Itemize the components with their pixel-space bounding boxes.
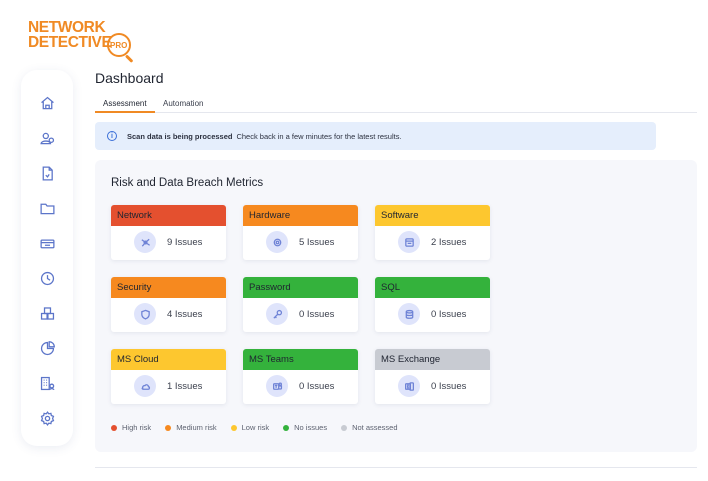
metric-card-sql[interactable]: SQL 0 Issues [375, 277, 490, 332]
legend-item-high: High risk [111, 423, 151, 432]
tab-assessment[interactable]: Assessment [95, 96, 155, 113]
legend-dot [283, 424, 290, 431]
card-count: 0 Issues [299, 309, 335, 320]
processing-banner: i Scan data is being processed Check bac… [95, 122, 656, 150]
sidebar-item-folders[interactable] [37, 198, 57, 218]
tab-bar: Assessment Automation [95, 96, 697, 113]
home-icon [40, 96, 54, 109]
card-header: SQL [375, 277, 490, 298]
settings-icon [40, 410, 54, 426]
pie-chart-icon [40, 340, 55, 355]
card-header: Security [111, 277, 226, 298]
card-header: Network [111, 205, 226, 226]
magnifier-handle [124, 54, 134, 63]
card-count: 0 Issues [431, 381, 467, 392]
ticket-icon [39, 238, 55, 248]
card-body: 2 Issues [375, 226, 490, 260]
metric-card-password[interactable]: Password 0 Issues [243, 277, 358, 332]
legend-label: Medium risk [176, 423, 217, 432]
status-legend: High risk Medium risk Low risk No issues… [111, 423, 412, 432]
dashboard-page: NETWORK DETECTIVE PRO Dashboard Assessme… [0, 0, 708, 481]
metric-card-ms-teams[interactable]: MS Teams 0 Issues [243, 349, 358, 404]
card-header: Hardware [243, 205, 358, 226]
sidebar-item-users[interactable] [37, 128, 57, 148]
exchange-icon [398, 375, 420, 397]
logo[interactable]: NETWORK DETECTIVE PRO [28, 20, 138, 63]
page-title: Dashboard [95, 70, 164, 86]
legend-dot [341, 424, 348, 431]
card-count: 0 Issues [299, 381, 335, 392]
card-count: 4 Issues [167, 309, 203, 320]
card-header: MS Teams [243, 349, 358, 370]
packages-icon [40, 306, 54, 320]
key-icon [266, 303, 288, 325]
card-count: 9 Issues [167, 237, 203, 248]
legend-dot [230, 424, 237, 431]
metrics-panel: Risk and Data Breach Metrics Network 9 I… [95, 160, 697, 452]
sidebar-item-home[interactable] [37, 93, 57, 113]
sidebar-item-sites[interactable] [37, 373, 57, 393]
card-count: 0 Issues [431, 309, 467, 320]
app-window-icon [398, 231, 420, 253]
network-icon [134, 231, 156, 253]
card-header: MS Exchange [375, 349, 490, 370]
legend-item-low: Low risk [230, 423, 270, 432]
sidebar-item-reports[interactable] [37, 338, 57, 358]
legend-item-none: No issues [283, 423, 327, 432]
legend-item-medium: Medium risk [165, 423, 217, 432]
card-body: 4 Issues [111, 298, 226, 332]
metric-card-hardware[interactable]: Hardware 5 Issues [243, 205, 358, 260]
card-body: 9 Issues [111, 226, 226, 260]
chip-icon [266, 231, 288, 253]
legend-label: High risk [122, 423, 152, 432]
metric-card-ms-exchange[interactable]: MS Exchange 0 Issues [375, 349, 490, 404]
banner-text: Check back in a few minutes for the late… [236, 131, 402, 141]
card-count: 1 Issues [167, 381, 203, 392]
sidebar-item-history[interactable] [37, 268, 57, 288]
legend-item-not-assessed: Not assessed [341, 423, 398, 432]
banner-strong-text: Scan data is being processed [127, 131, 233, 141]
card-body: 1 Issues [111, 370, 226, 404]
card-body: 0 Issues [243, 370, 358, 404]
sidebar [21, 70, 73, 446]
sidebar-item-settings[interactable] [37, 408, 57, 428]
card-header: Software [375, 205, 490, 226]
card-body: 0 Issues [243, 298, 358, 332]
teams-icon [266, 375, 288, 397]
metric-card-security[interactable]: Security 4 Issues [111, 277, 226, 332]
legend-dot [165, 424, 172, 431]
folder-icon [39, 203, 55, 214]
logo-badge: PRO [110, 41, 128, 50]
legend-label: No issues [294, 423, 328, 432]
metrics-title: Risk and Data Breach Metrics [111, 177, 264, 189]
card-header: MS Cloud [111, 349, 226, 370]
shield-icon [134, 303, 156, 325]
clock-icon [40, 271, 54, 285]
legend-label: Low risk [241, 423, 270, 432]
building-icon [40, 376, 54, 390]
legend-label: Not assessed [352, 423, 398, 432]
legend-dot [111, 424, 117, 431]
metric-card-network[interactable]: Network 9 Issues [111, 205, 226, 260]
database-icon [398, 303, 420, 325]
footer-divider [95, 467, 697, 468]
metric-card-software[interactable]: Software 2 Issues [375, 205, 490, 260]
card-body: 5 Issues [243, 226, 358, 260]
card-body: 0 Issues [375, 370, 490, 404]
card-header: Password [243, 277, 358, 298]
tab-automation[interactable]: Automation [155, 96, 211, 113]
card-count: 5 Issues [299, 237, 335, 248]
document-icon [42, 165, 53, 181]
info-icon: i [107, 131, 117, 141]
card-count: 2 Issues [431, 237, 467, 248]
sidebar-item-tickets[interactable] [37, 233, 57, 253]
users-icon [39, 132, 54, 144]
card-body: 0 Issues [375, 298, 490, 332]
cloud-icon [134, 375, 156, 397]
sidebar-item-documents[interactable] [37, 163, 57, 183]
sidebar-item-packages[interactable] [37, 303, 57, 323]
metric-card-ms-cloud[interactable]: MS Cloud 1 Issues [111, 349, 226, 404]
